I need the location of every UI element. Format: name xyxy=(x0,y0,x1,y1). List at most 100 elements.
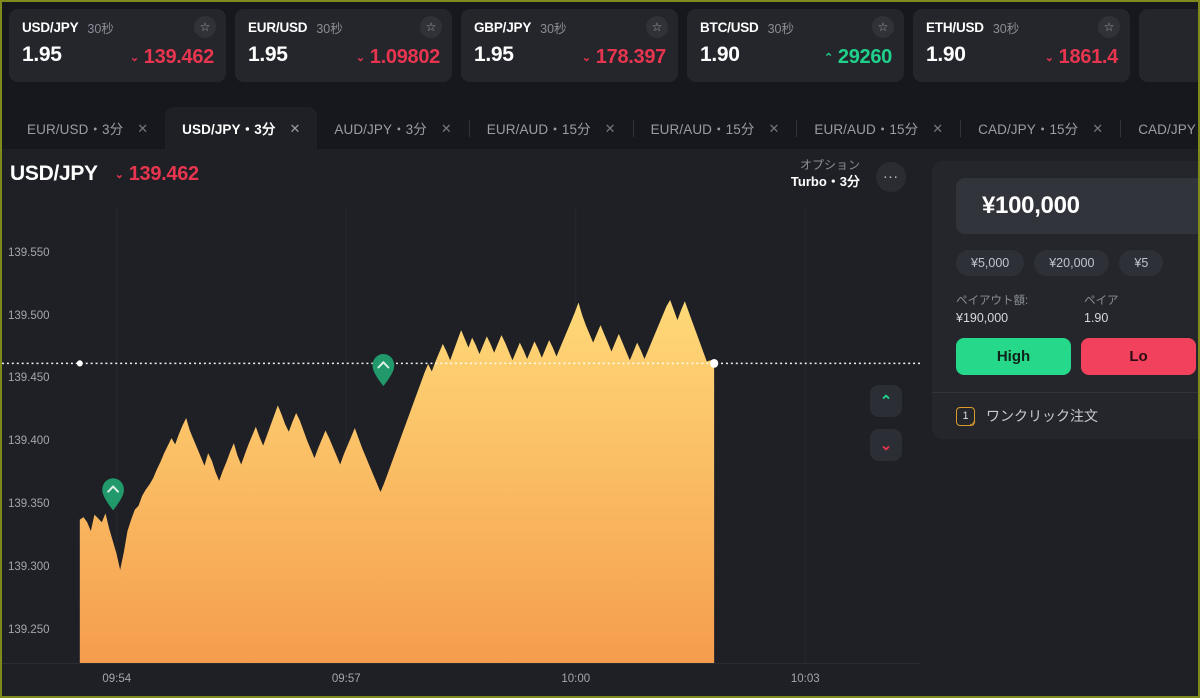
tab[interactable]: EUR/AUD・15分 ✕ xyxy=(634,107,797,149)
ticker-price: ⌄ 1861.4 xyxy=(1044,46,1119,69)
ticker-price: ⌄ 178.397 xyxy=(582,46,666,69)
one-click-order-toggle[interactable]: 1 ✓ ワンクリック注文 xyxy=(956,393,1198,439)
ticker-price: ⌄ 1.09802 xyxy=(356,46,440,69)
ticker-price-value: 139.462 xyxy=(143,46,215,68)
ticker-card-partial[interactable] xyxy=(1139,9,1198,82)
quick-amount-chip[interactable]: ¥20,000 xyxy=(1034,250,1110,276)
tab[interactable]: EUR/AUD・15分 ✕ xyxy=(797,107,960,149)
main-area: USD/JPY ⌄ 139.462 オプション Turbo・3分 ... 139… xyxy=(2,149,1198,696)
option-value: Turbo・3分 xyxy=(790,174,860,190)
direction-buttons: ⌃ ⌄ xyxy=(870,385,902,461)
chevron-down-icon: ⌄ xyxy=(355,52,365,64)
ticker-body: 1.90 ⌄ 1861.4 xyxy=(926,43,1118,69)
check-icon: ✓ xyxy=(968,418,977,430)
one-click-icon: 1 ✓ xyxy=(956,406,977,429)
tab-active[interactable]: USD/JPY・3分 ✕ xyxy=(165,107,318,149)
tab[interactable]: CAD/JPY・15分 ✕ xyxy=(961,107,1120,149)
tab-label: CAD/JPY・15分 xyxy=(1138,122,1198,137)
ticker-head: GBP/JPY 30秒 xyxy=(474,18,666,36)
low-arrow-button[interactable]: ⌄ xyxy=(870,429,902,461)
favorite-star-icon[interactable]: ☆ xyxy=(194,16,216,38)
payout-rate: ペイア 1.90 xyxy=(1084,294,1119,326)
x-axis-label: 09:54 xyxy=(102,673,132,685)
ticker-head: EUR/USD 30秒 xyxy=(248,18,440,36)
chevron-up-icon: ⌃ xyxy=(823,52,833,64)
ticker-card[interactable]: EUR/USD 30秒 ☆ 1.95 ⌄ 1.09802 xyxy=(235,9,452,82)
amount-input[interactable]: ¥100,000 xyxy=(956,178,1198,234)
ticker-payout: 1.95 xyxy=(22,43,62,66)
tab[interactable]: EUR/AUD・15分 ✕ xyxy=(470,107,633,149)
ticker-payout: 1.90 xyxy=(700,43,740,66)
price-area-chart xyxy=(2,207,920,663)
tab-label: EUR/USD・3分 xyxy=(27,122,124,137)
ticker-body: 1.95 ⌄ 139.462 xyxy=(22,43,214,69)
tab-label: EUR/AUD・15分 xyxy=(486,122,591,137)
ticker-symbol: EUR/USD xyxy=(248,19,308,35)
chevron-down-icon: ⌄ xyxy=(114,168,124,181)
x-axis-label: 10:03 xyxy=(790,673,820,685)
ticker-body: 1.90 ⌃ 29260 xyxy=(700,43,892,69)
ticker-duration: 30秒 xyxy=(316,21,343,36)
chart-price: ⌄ 139.462 xyxy=(115,163,199,186)
close-icon[interactable]: ✕ xyxy=(932,122,943,135)
chart-header: USD/JPY ⌄ 139.462 オプション Turbo・3分 ... xyxy=(2,149,920,207)
payout-amount-value: ¥190,000 xyxy=(956,310,1009,325)
chevron-down-icon: ⌄ xyxy=(129,52,139,64)
ticker-symbol: ETH/USD xyxy=(926,19,984,35)
favorite-star-icon[interactable]: ☆ xyxy=(872,16,894,38)
ticker-body: 1.95 ⌄ 1.09802 xyxy=(248,43,440,69)
option-label: オプション xyxy=(799,158,860,172)
close-icon[interactable]: ✕ xyxy=(289,122,300,135)
ticker-card[interactable]: ETH/USD 30秒 ☆ 1.90 ⌄ 1861.4 xyxy=(913,9,1130,82)
quick-amount-chip[interactable]: ¥5,000 xyxy=(956,250,1025,276)
tab-label: USD/JPY・3分 xyxy=(182,122,276,137)
ticker-head: ETH/USD 30秒 xyxy=(926,18,1118,36)
chart-title: USD/JPY ⌄ 139.462 xyxy=(10,162,920,186)
payout-rate-label: ペイア xyxy=(1084,295,1119,307)
ticker-card[interactable]: BTC/USD 30秒 ☆ 1.90 ⌃ 29260 xyxy=(687,9,904,82)
trade-panel: ¥100,000 ¥5,000 ¥20,000 ¥5 ペイアウト額: ¥190,00… xyxy=(932,161,1198,440)
ticker-card[interactable]: USD/JPY 30秒 ☆ 1.95 ⌄ 139.462 xyxy=(9,9,226,82)
quick-amount-chip[interactable]: ¥5 xyxy=(1119,250,1164,276)
high-arrow-button[interactable]: ⌃ xyxy=(870,385,902,417)
ticker-head: USD/JPY 30秒 xyxy=(22,18,214,36)
ticker-price: ⌄ 139.462 xyxy=(130,46,214,69)
chevron-down-icon: ⌄ xyxy=(1044,52,1054,64)
ticker-symbol: BTC/USD xyxy=(700,19,759,35)
one-click-label: ワンクリック注文 xyxy=(986,408,1098,425)
ticker-symbol: GBP/JPY xyxy=(474,19,532,35)
ticker-duration: 30秒 xyxy=(540,21,567,36)
close-icon[interactable]: ✕ xyxy=(768,122,779,135)
amount-value: ¥100,000 xyxy=(982,192,1080,219)
order-buttons: High Lo xyxy=(956,338,1198,376)
payout-amount-label: ペイアウト額: xyxy=(956,295,1029,307)
trading-app: USD/JPY 30秒 ☆ 1.95 ⌄ 139.462 EUR/USD 30秒 ☆ 1.95 ⌄ 1… xyxy=(2,2,1198,696)
x-axis-label: 10:00 xyxy=(561,673,591,685)
favorite-star-icon[interactable]: ☆ xyxy=(646,16,668,38)
close-icon[interactable]: ✕ xyxy=(1092,122,1103,135)
favorite-star-icon[interactable]: ☆ xyxy=(420,16,442,38)
option-info: オプション Turbo・3分 xyxy=(791,157,860,191)
close-icon[interactable]: ✕ xyxy=(605,122,616,135)
ticker-head: BTC/USD 30秒 xyxy=(700,18,892,36)
tab-bar: EUR/USD・3分 ✕ USD/JPY・3分 ✕ AUD/JPY・3分 ✕ EUR/AUD… xyxy=(2,96,1198,149)
high-button[interactable]: High xyxy=(956,338,1071,376)
favorite-star-icon[interactable]: ☆ xyxy=(1098,16,1120,38)
chart-price-value: 139.462 xyxy=(128,162,200,185)
chart-body[interactable]: 139.550 139.500 139.450 139.400 139.350 139.3… xyxy=(2,207,920,663)
ticker-price-value: 178.397 xyxy=(595,46,667,68)
ticker-price-value: 29260 xyxy=(837,46,892,68)
ticker-card[interactable]: GBP/JPY 30秒 ☆ 1.95 ⌄ 178.397 xyxy=(461,9,678,82)
ticker-price-value: 1861.4 xyxy=(1058,46,1119,68)
ticker-duration: 30秒 xyxy=(992,21,1020,36)
more-options-button[interactable]: ... xyxy=(876,162,906,192)
ticker-duration: 30秒 xyxy=(87,21,114,36)
tab-label: CAD/JPY・15分 xyxy=(978,122,1079,137)
close-icon[interactable]: ✕ xyxy=(137,122,148,135)
tab[interactable]: CAD/JPY・15分 xyxy=(1121,107,1198,149)
low-button[interactable]: Lo xyxy=(1081,338,1196,376)
tab[interactable]: EUR/USD・3分 ✕ xyxy=(10,107,165,149)
ticker-price-value: 1.09802 xyxy=(369,46,441,68)
close-icon[interactable]: ✕ xyxy=(441,122,452,135)
tab[interactable]: AUD/JPY・3分 ✕ xyxy=(317,107,468,149)
